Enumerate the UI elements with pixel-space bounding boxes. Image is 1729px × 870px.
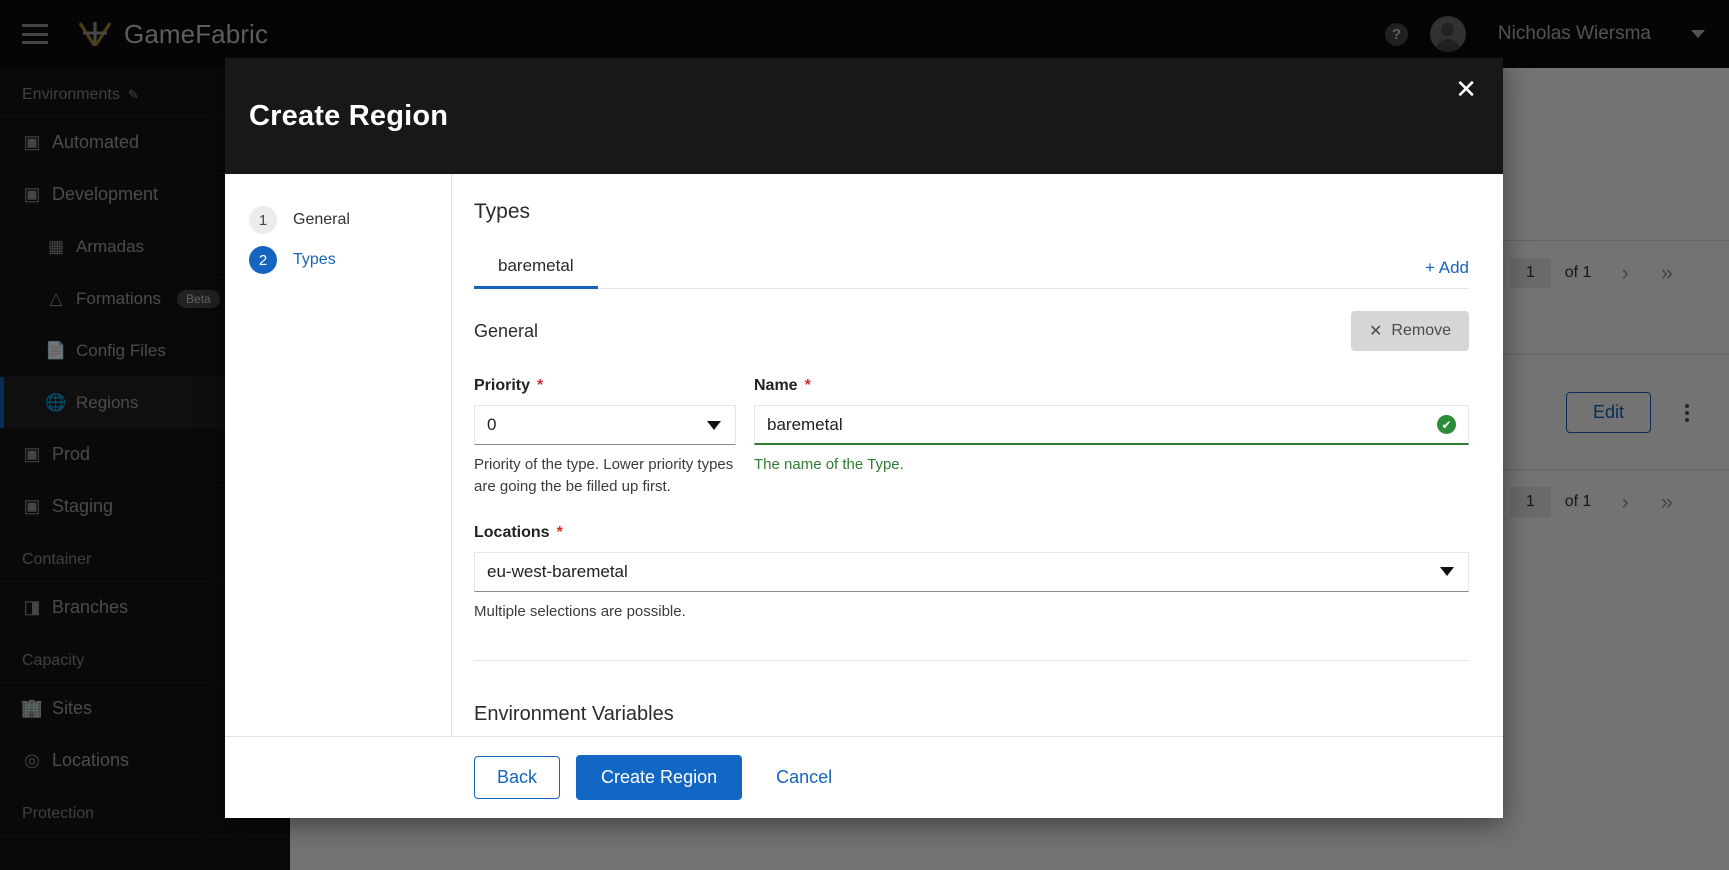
- priority-label-wrap: Priority *: [474, 377, 736, 395]
- name-hint: The name of the Type.: [754, 456, 904, 473]
- required-asterisk: *: [804, 377, 811, 394]
- locations-label-wrap: Locations *: [474, 524, 1469, 542]
- field-name: Name * baremetal ✔ The name of the Type.: [754, 377, 1469, 498]
- step-label: Types: [293, 251, 336, 268]
- priority-select[interactable]: 0: [474, 405, 736, 445]
- priority-value: 0: [487, 415, 497, 434]
- name-label: Name: [754, 377, 798, 394]
- create-region-modal: Create Region ✕ 1 General 2 Types Types …: [225, 58, 1503, 818]
- close-icon: ✕: [1369, 323, 1383, 340]
- form-content: Types baremetal + Add General ✕ Remove P…: [452, 174, 1503, 736]
- app-root: ‹ 1 of 1 › » Edit ‹ 1 of 1 › »: [0, 0, 1729, 870]
- chevron-down-icon: [707, 420, 721, 430]
- section-title-environment-variables: Environment Variables: [474, 703, 674, 726]
- locations-multiselect[interactable]: eu-west-baremetal: [474, 551, 1469, 592]
- locations-value: eu-west-baremetal: [487, 561, 628, 581]
- step-label: General: [293, 211, 350, 228]
- remove-button-label: Remove: [1391, 322, 1451, 339]
- chevron-down-icon: [1440, 567, 1454, 576]
- add-type-button[interactable]: + Add: [1425, 258, 1469, 288]
- modal-footer: Back Create Region Cancel: [225, 736, 1503, 818]
- required-asterisk: *: [537, 377, 544, 394]
- step-general[interactable]: 1 General: [225, 200, 451, 240]
- section-title-types: Types: [474, 200, 531, 223]
- required-asterisk: *: [556, 523, 563, 541]
- modal-header: Create Region ✕: [225, 58, 1503, 174]
- name-input[interactable]: baremetal ✔: [754, 405, 1469, 445]
- priority-hint: Priority of the type. Lower priority typ…: [474, 456, 734, 495]
- name-value: baremetal: [767, 414, 843, 434]
- modal-body: 1 General 2 Types Types baremetal + Add …: [225, 174, 1503, 736]
- field-locations: Locations * eu-west-baremetal Multiple s…: [474, 524, 1469, 623]
- step-number: 1: [249, 206, 277, 234]
- step-types[interactable]: 2 Types: [225, 240, 451, 280]
- remove-type-button[interactable]: ✕ Remove: [1351, 311, 1469, 351]
- step-number: 2: [249, 246, 277, 274]
- create-region-button[interactable]: Create Region: [576, 755, 743, 800]
- valid-check-icon: ✔: [1437, 415, 1456, 434]
- general-subsection-header: General ✕ Remove: [474, 311, 1469, 351]
- cancel-button[interactable]: Cancel: [758, 757, 850, 798]
- locations-label: Locations: [474, 523, 550, 541]
- subsection-title-general: General: [474, 320, 539, 341]
- locations-hint: Multiple selections are possible.: [474, 602, 686, 620]
- fields-row-1: Priority * 0 Priority of the type. Lower…: [474, 377, 1469, 498]
- modal-title: Create Region: [249, 99, 449, 132]
- priority-label: Priority: [474, 377, 531, 394]
- close-icon[interactable]: ✕: [1455, 76, 1477, 102]
- wizard-steps: 1 General 2 Types: [225, 174, 452, 736]
- section-divider: [474, 660, 1469, 662]
- field-priority: Priority * 0 Priority of the type. Lower…: [474, 377, 736, 498]
- back-button[interactable]: Back: [474, 756, 561, 799]
- name-label-wrap: Name *: [754, 377, 1469, 395]
- type-tabs: baremetal + Add: [474, 250, 1469, 289]
- tab-baremetal[interactable]: baremetal: [474, 250, 598, 289]
